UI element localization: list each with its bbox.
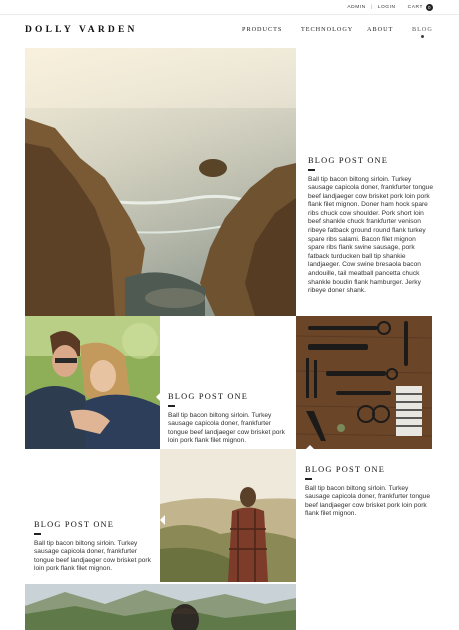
- post-title[interactable]: BLOG POST ONE: [34, 520, 154, 529]
- post-title[interactable]: BLOG POST ONE: [308, 156, 434, 165]
- couple-photo[interactable]: [25, 316, 160, 449]
- admin-link[interactable]: ADMIN: [347, 5, 365, 10]
- post-excerpt: Ball tip bacon biltong sirloin. Turkey s…: [305, 484, 430, 518]
- post-excerpt: Ball tip bacon biltong sirloin. Turkey s…: [168, 411, 285, 445]
- title-underline: [305, 478, 312, 480]
- login-link[interactable]: LOGIN: [378, 5, 396, 10]
- mountain-photo[interactable]: [25, 584, 296, 630]
- utility-divider: [0, 14, 459, 15]
- card-pointer: [156, 392, 161, 402]
- post-title[interactable]: BLOG POST ONE: [305, 465, 430, 474]
- blog-post-card[interactable]: BLOG POST ONE Ball tip bacon biltong sir…: [168, 392, 288, 446]
- blog-post-card[interactable]: BLOG POST ONE Ball tip bacon biltong sir…: [305, 465, 430, 519]
- post-excerpt: Ball tip bacon biltong sirloin. Turkey s…: [34, 539, 151, 573]
- nav-about[interactable]: ABOUT: [367, 26, 393, 33]
- man-valley-photo[interactable]: [160, 449, 296, 582]
- title-underline: [168, 405, 175, 407]
- utility-bar: ADMIN | LOGIN CART 0: [347, 4, 433, 11]
- tools-photo[interactable]: [296, 316, 432, 449]
- nav-blog[interactable]: BLOG: [412, 26, 433, 38]
- coast-photo[interactable]: [25, 48, 296, 316]
- cart-count-badge[interactable]: 0: [426, 4, 433, 11]
- nav-products[interactable]: PRODUCTS: [242, 26, 282, 33]
- blog-post-card[interactable]: BLOG POST ONE Ball tip bacon biltong sir…: [34, 520, 154, 574]
- card-pointer: [160, 515, 165, 525]
- post-excerpt: Ball tip bacon biltong sirloin. Turkey s…: [308, 175, 433, 295]
- nav-blog-label: BLOG: [412, 26, 433, 33]
- post-title[interactable]: BLOG POST ONE: [168, 392, 288, 401]
- card-pointer: [305, 445, 315, 450]
- title-underline: [34, 533, 41, 535]
- utility-separator: |: [370, 5, 373, 10]
- blog-post-card[interactable]: BLOG POST ONE Ball tip bacon biltong sir…: [308, 156, 434, 296]
- blog-page: ADMIN | LOGIN CART 0 DOLLY VARDEN PRODUC…: [0, 0, 459, 630]
- brand-logo[interactable]: DOLLY VARDEN: [25, 25, 138, 35]
- title-underline: [308, 169, 315, 171]
- active-indicator-dot: [420, 35, 424, 38]
- nav-technology[interactable]: TECHNOLOGY: [301, 26, 353, 33]
- cart-link[interactable]: CART: [408, 5, 423, 10]
